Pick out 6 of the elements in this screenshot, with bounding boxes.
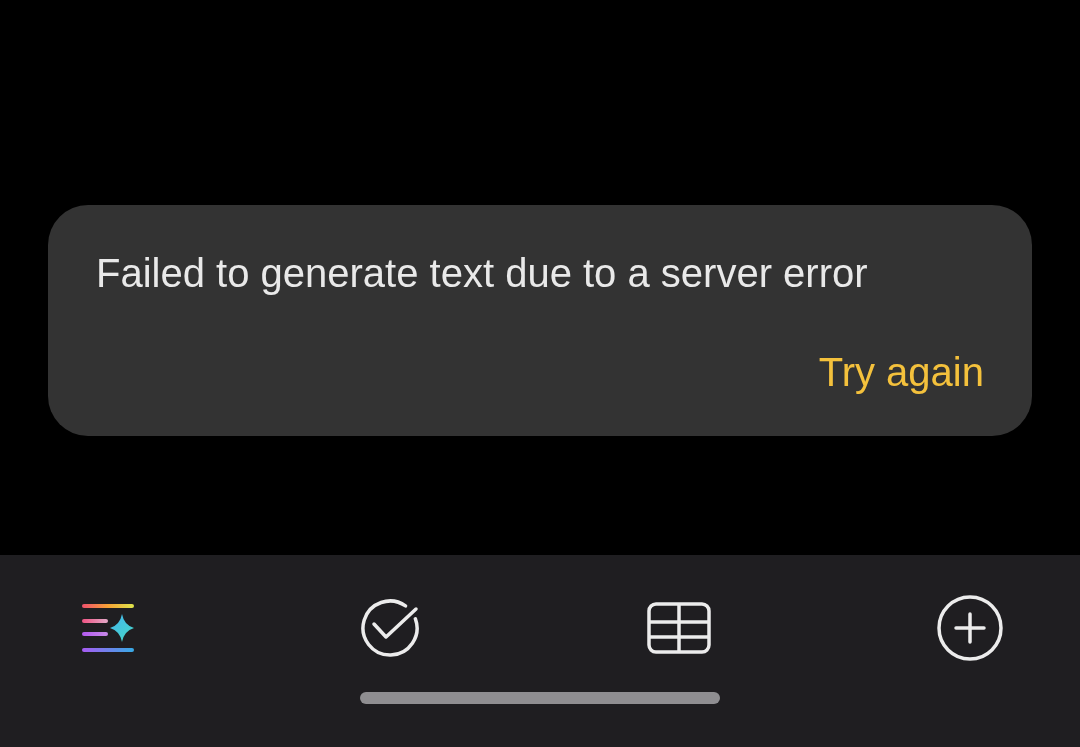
check-circle-icon[interactable]	[360, 598, 421, 658]
text-lines-sparkle-icon[interactable]	[82, 603, 134, 653]
error-message: Failed to generate text due to a server error	[96, 250, 868, 297]
table-icon[interactable]	[646, 602, 711, 654]
try-again-link[interactable]: Try again	[818, 349, 984, 395]
add-circle-icon[interactable]	[937, 595, 1003, 661]
